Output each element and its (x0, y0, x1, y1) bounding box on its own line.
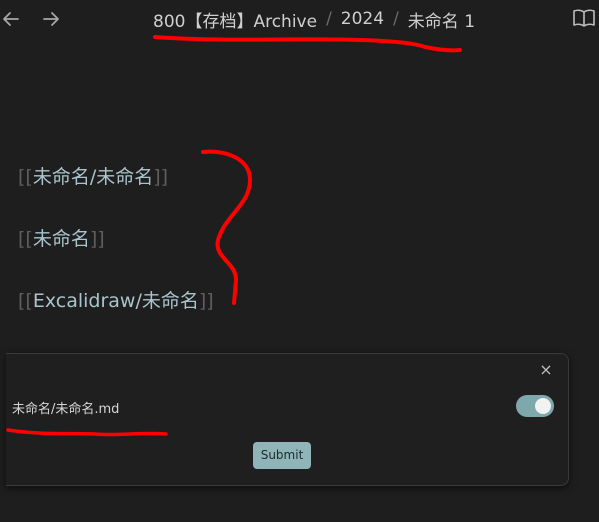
book-open-icon (573, 9, 595, 27)
note-body: [[未命名/未命名]] [[未命名]] [[Excalidraw/未命名]] (18, 160, 214, 346)
arrow-right-icon (43, 12, 59, 26)
wiki-link-line: [[Excalidraw/未命名]] (18, 284, 214, 318)
breadcrumb-item-year[interactable]: 2024 (341, 9, 384, 29)
back-button[interactable] (0, 8, 22, 30)
link-close-bracket: ]] (89, 228, 105, 250)
link-close-bracket: ]] (198, 290, 214, 312)
modal-dialog: × 未命名/未命名.md Submit (6, 353, 569, 486)
wiki-link-line: [[未命名/未命名]] (18, 160, 214, 194)
internal-link[interactable]: 未命名 (33, 228, 90, 250)
annotation-underline-breadcrumb (153, 35, 462, 53)
forward-button[interactable] (40, 8, 62, 30)
page: 800【存档】Archive / 2024 / 未命名 1 [[未命名/未命名]… (0, 0, 599, 522)
file-path-label: 未命名/未命名.md (12, 402, 120, 417)
breadcrumb: 800【存档】Archive / 2024 / 未命名 1 (153, 7, 475, 32)
internal-link[interactable]: Excalidraw/未命名 (33, 290, 199, 312)
reading-view-button[interactable] (572, 7, 596, 29)
close-icon: × (539, 360, 553, 379)
breadcrumb-separator: / (326, 9, 332, 29)
close-button[interactable]: × (538, 362, 554, 378)
link-open-bracket: [[ (18, 290, 33, 312)
link-close-bracket: ]] (153, 166, 169, 188)
link-open-bracket: [[ (18, 228, 33, 250)
arrow-left-icon (3, 12, 19, 26)
wiki-link-line: [[未命名]] (18, 222, 214, 256)
breadcrumb-item-note-title[interactable]: 未命名 1 (408, 7, 475, 32)
submit-button[interactable]: Submit (253, 442, 311, 469)
breadcrumb-item-folder[interactable]: 800【存档】Archive (153, 7, 317, 32)
link-open-bracket: [[ (18, 166, 33, 188)
internal-link[interactable]: 未命名/未命名 (33, 166, 153, 188)
file-toggle[interactable] (516, 395, 554, 417)
toggle-knob (535, 398, 551, 414)
breadcrumb-separator: / (393, 9, 399, 29)
